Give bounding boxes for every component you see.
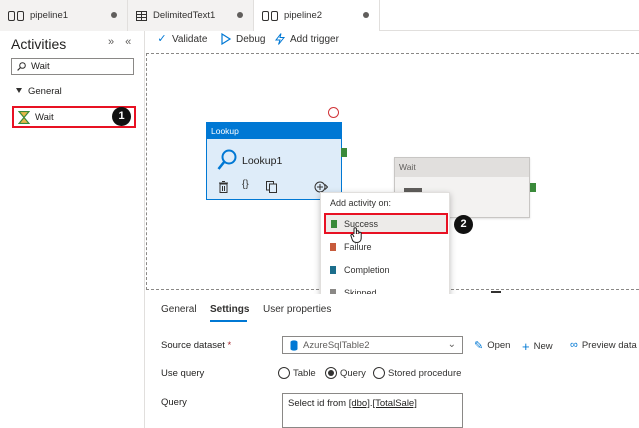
query-textarea[interactable]: Select id from [dbo].[TotalSale] — [282, 393, 463, 428]
activities-title: Activities — [11, 36, 67, 52]
callout-badge-1: 1 — [112, 107, 131, 126]
menu-item-failure[interactable]: Failure — [324, 237, 448, 258]
checkmark-icon: ✓ — [157, 33, 167, 45]
source-dataset-select[interactable]: AzureSqlTable2 ⌄ — [282, 336, 463, 354]
query-label: Query — [161, 397, 187, 408]
hourglass-icon — [18, 111, 30, 124]
radio-circle — [278, 367, 290, 379]
use-query-label: Use query — [161, 368, 205, 379]
document-tab-bar: pipeline1 DelimitedText1 pipeline2 — [0, 0, 639, 31]
debug-button[interactable]: Debug — [220, 33, 265, 45]
radio-circle-selected — [325, 367, 337, 379]
copy-icon[interactable] — [266, 181, 277, 193]
menu-item-label: Failure — [344, 242, 372, 252]
hand-cursor-icon — [350, 227, 362, 243]
lookup-activity-node[interactable]: Lookup Lookup1 {} — [206, 122, 347, 200]
tab-user-properties[interactable]: User properties — [263, 304, 331, 315]
menu-item-completion[interactable]: Completion — [324, 260, 448, 281]
tab-label: pipeline2 — [284, 10, 323, 21]
database-icon — [290, 340, 298, 351]
lookup-node-name: Lookup1 — [242, 155, 283, 167]
menu-item-success[interactable]: Success — [324, 213, 448, 234]
success-output-handle[interactable] — [530, 183, 536, 192]
search-icon — [17, 62, 26, 71]
query-schema: [dbo] — [348, 398, 370, 409]
source-dataset-value: AzureSqlTable2 — [303, 340, 370, 351]
radio-label: Query — [340, 367, 366, 379]
radio-circle — [373, 367, 385, 379]
activities-search-input[interactable]: Wait — [11, 58, 134, 75]
success-color-icon — [331, 220, 337, 228]
tab-pipeline2[interactable]: pipeline2 — [254, 0, 380, 31]
delete-icon[interactable] — [219, 181, 228, 193]
unsaved-dot-icon — [111, 12, 117, 18]
group-general[interactable]: General — [16, 86, 62, 97]
tab-label: pipeline1 — [30, 10, 69, 21]
callout-badge-2: 2 — [454, 215, 473, 234]
tab-delimitedtext1[interactable]: DelimitedText1 — [128, 0, 254, 31]
menu-item-label: Completion — [344, 265, 390, 275]
new-dataset-button[interactable]: + New — [522, 339, 553, 354]
tab-label: DelimitedText1 — [153, 10, 216, 21]
lookup-magnifier-icon — [217, 149, 237, 170]
validate-label: Validate — [172, 33, 208, 45]
collapse-panel-icons[interactable]: » « — [108, 36, 135, 48]
glasses-icon: ∞ — [570, 339, 578, 351]
tab-settings[interactable]: Settings — [210, 304, 249, 315]
query-table: [TotalSale] — [372, 398, 417, 409]
source-dataset-label: Source dataset * — [161, 340, 231, 351]
panel-resize-handle[interactable] — [491, 291, 501, 293]
open-dataset-button[interactable]: ✎ Open — [474, 339, 510, 352]
unsaved-dot-icon — [363, 12, 369, 18]
menu-title: Add activity on: — [330, 198, 392, 208]
tab-general[interactable]: General — [161, 304, 197, 315]
new-label: New — [533, 341, 553, 352]
radio-query[interactable]: Query — [325, 367, 366, 379]
radio-stored-procedure[interactable]: Stored procedure — [373, 367, 461, 379]
radio-table[interactable]: Table — [278, 367, 316, 379]
group-label: General — [28, 86, 62, 97]
query-text: Select id from [dbo].[TotalSale] — [288, 398, 417, 409]
lightning-icon — [274, 33, 286, 45]
delete-handle-icon[interactable] — [328, 107, 339, 118]
active-tab-underline — [210, 320, 247, 322]
properties-panel: General Settings User properties Source … — [146, 294, 639, 428]
unsaved-dot-icon — [237, 12, 243, 18]
debug-label: Debug — [236, 33, 266, 45]
completion-color-icon — [330, 266, 336, 274]
pipeline-icon — [262, 10, 278, 21]
activities-panel: Activities » « Wait General Wait 1 — [0, 31, 145, 428]
validate-button[interactable]: ✓ Validate — [156, 33, 207, 45]
preview-data-button[interactable]: ∞ Preview data — [570, 339, 637, 351]
play-icon — [221, 33, 232, 45]
expand-triangle-icon — [16, 88, 22, 93]
failure-color-icon — [330, 243, 336, 251]
code-icon[interactable]: {} — [242, 179, 249, 190]
chevron-down-icon: ⌄ — [447, 339, 456, 350]
radio-label: Table — [293, 367, 316, 379]
radio-label: Stored procedure — [388, 367, 462, 379]
add-activity-menu: Add activity on: Success Failure Complet… — [320, 192, 450, 305]
lookup-node-header: Lookup — [207, 123, 341, 139]
tab-pipeline1[interactable]: pipeline1 — [0, 0, 128, 31]
open-label: Open — [487, 340, 511, 351]
pencil-icon: ✎ — [474, 340, 484, 352]
wait-node-header: Wait — [395, 158, 529, 177]
add-trigger-label: Add trigger — [290, 33, 339, 45]
preview-label: Preview data — [581, 339, 637, 351]
activity-item-label: Wait — [35, 112, 54, 123]
lookup-node-actions: {} — [219, 179, 331, 195]
table-icon — [136, 10, 147, 21]
required-mark: * — [227, 340, 232, 351]
pipeline-icon — [8, 10, 24, 21]
pipeline-toolbar: ✓ Validate Debug Add trigger — [146, 31, 639, 51]
plus-icon: + — [522, 339, 530, 354]
add-trigger-button[interactable]: Add trigger — [274, 33, 339, 45]
query-prefix: Select id from — [288, 398, 349, 409]
source-dataset-label-text: Source dataset — [161, 340, 225, 351]
search-value: Wait — [31, 61, 50, 72]
success-output-handle[interactable] — [341, 148, 347, 157]
